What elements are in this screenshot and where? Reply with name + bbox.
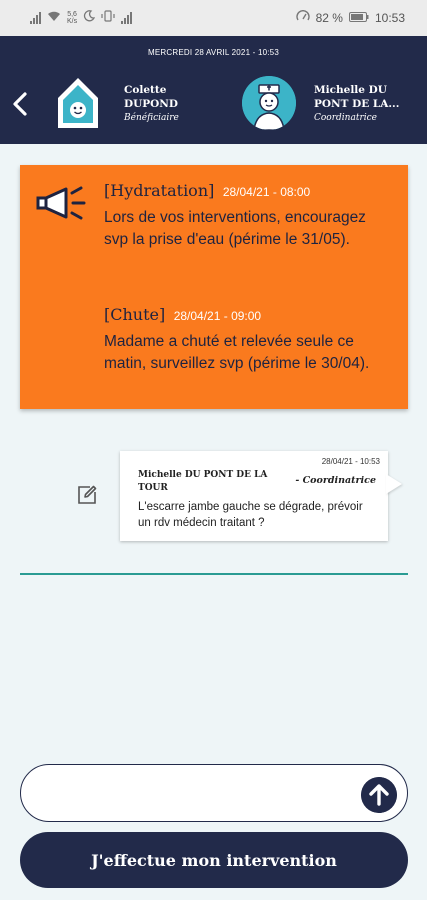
speedometer-icon <box>295 10 310 25</box>
coordinator-name-line2: PONT DE LA... <box>314 98 400 110</box>
message-datetime: 28/04/21 - 10:53 <box>321 457 380 466</box>
network-speed-unit: K/s <box>67 17 78 25</box>
alerts-card: [Hydratation] 28/04/21 - 08:00 Lors de v… <box>20 165 408 409</box>
message-author-role: - Coordinatrice <box>295 475 376 486</box>
battery-percent: 82 % <box>315 10 343 25</box>
coordinator-info: Michelle DU PONT DE LA... Coordinatrice <box>314 83 414 125</box>
beneficiary-last-name: DUPOND <box>124 98 179 110</box>
moon-icon <box>83 10 96 25</box>
megaphone-icon <box>36 186 86 220</box>
coordinator-name-line1: Michelle DU <box>314 84 387 96</box>
signal-icon <box>30 11 41 24</box>
network-speed-value: 5,6 <box>67 10 77 18</box>
coordinator-role: Coordinatrice <box>314 113 377 123</box>
alert-item: [Chute] 28/04/21 - 09:00 Madame a chuté … <box>104 305 394 375</box>
edit-icon[interactable] <box>76 484 98 506</box>
nurse-avatar-icon[interactable] <box>242 76 296 130</box>
wifi-icon <box>47 10 61 25</box>
beneficiary-first-name: Colette <box>124 84 167 96</box>
signal-icon-2 <box>121 11 133 24</box>
message-input[interactable] <box>39 765 359 821</box>
message-bubble: 28/04/21 - 10:53 Michelle DU PONT DE LA … <box>120 451 388 541</box>
message-bubble-tail <box>386 474 402 494</box>
house-face-icon <box>58 78 98 128</box>
alert-tag: [Chute] <box>104 305 166 324</box>
start-intervention-button[interactable]: J'effectue mon intervention <box>20 832 408 888</box>
status-bar: 5,6 K/s 82 % 10:53 <box>0 0 427 36</box>
header: MERCREDI 28 AVRIL 2021 - 10:53 Colette D… <box>0 36 427 144</box>
alert-tag: [Hydratation] <box>104 181 215 200</box>
message-composer <box>20 764 408 822</box>
divider <box>20 573 408 575</box>
message-text: L'escarre jambe gauche se dégrade, prévo… <box>138 501 363 529</box>
network-speed: 5,6 K/s <box>67 11 77 25</box>
back-arrow-icon[interactable] <box>8 90 32 118</box>
alert-text: Madame a chuté et relevée seule ce matin… <box>104 333 370 372</box>
beneficiary-role: Bénéficiaire <box>124 113 179 123</box>
status-time: 10:53 <box>374 10 405 25</box>
alert-datetime: 28/04/21 - 09:00 <box>173 309 262 323</box>
battery-icon <box>348 11 369 25</box>
header-date: MERCREDI 28 AVRIL 2021 - 10:53 <box>148 48 279 57</box>
send-arrow-icon[interactable] <box>361 777 397 813</box>
alert-text: Lors de vos interventions, encouragez sv… <box>104 209 366 248</box>
beneficiary-info: Colette DUPOND Bénéficiaire <box>124 83 179 125</box>
vibrate-icon <box>101 10 115 25</box>
alert-datetime: 28/04/21 - 08:00 <box>222 185 311 199</box>
message-author: Michelle DU PONT DE LA TOUR <box>138 470 268 493</box>
alert-item: [Hydratation] 28/04/21 - 08:00 Lors de v… <box>104 181 394 251</box>
